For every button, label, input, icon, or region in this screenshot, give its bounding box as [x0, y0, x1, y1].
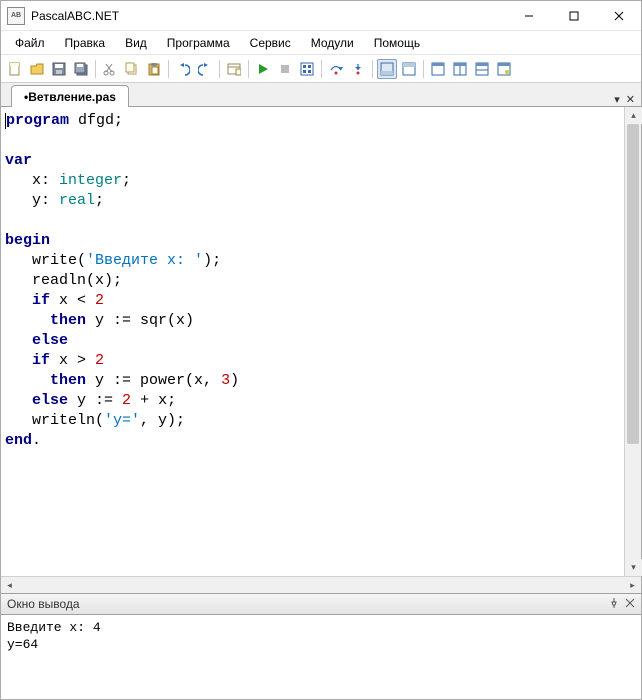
- window-1-icon[interactable]: [428, 59, 448, 79]
- output-line: Введите x: 4: [7, 620, 101, 635]
- compile-icon[interactable]: [297, 59, 317, 79]
- menu-file[interactable]: Файл: [5, 33, 55, 53]
- close-panel-icon[interactable]: [625, 597, 635, 611]
- code-keyword: then: [50, 372, 86, 389]
- code-text: readln(x);: [5, 272, 122, 289]
- output-panel-title: Окно вывода: [7, 597, 80, 611]
- code-number: 2: [122, 392, 131, 409]
- code-keyword: if: [32, 352, 50, 369]
- code-type: integer: [59, 172, 122, 189]
- scroll-thumb[interactable]: [627, 124, 639, 444]
- editor-pane: program dfgd; var x: integer; y: real; b…: [1, 107, 641, 576]
- tab-dropdown-icon[interactable]: ▾: [614, 93, 620, 106]
- window-controls: [506, 1, 641, 30]
- scroll-down-icon[interactable]: ▾: [625, 559, 642, 576]
- code-text: x:: [32, 172, 59, 189]
- output-line: y=64: [7, 637, 38, 652]
- toolbar-separator: [372, 60, 373, 78]
- step-into-icon[interactable]: [348, 59, 368, 79]
- menubar: Файл Правка Вид Программа Сервис Модули …: [1, 31, 641, 55]
- toolbar-separator: [423, 60, 424, 78]
- menu-help[interactable]: Помощь: [364, 33, 430, 53]
- toolbar: [1, 55, 641, 83]
- code-text: write(: [32, 252, 86, 269]
- redo-icon[interactable]: [195, 59, 215, 79]
- app-window: AB PascalABC.NET Файл Правка Вид Програм…: [0, 0, 642, 700]
- menu-modules[interactable]: Модули: [301, 33, 364, 53]
- scroll-right-icon[interactable]: ▸: [624, 577, 641, 594]
- code-text: y:: [32, 192, 59, 209]
- new-file-icon[interactable]: [5, 59, 25, 79]
- open-file-icon[interactable]: [27, 59, 47, 79]
- code-keyword: end: [5, 432, 32, 449]
- panel-toggle-b-icon[interactable]: [399, 59, 419, 79]
- vertical-scrollbar[interactable]: ▴ ▾: [624, 107, 641, 576]
- run-icon[interactable]: [253, 59, 273, 79]
- horizontal-scrollbar[interactable]: ◂ ▸: [1, 576, 641, 593]
- output-panel-header: Окно вывода: [1, 593, 641, 615]
- menu-view[interactable]: Вид: [115, 33, 157, 53]
- toolbar-separator: [168, 60, 169, 78]
- code-keyword: else: [32, 332, 68, 349]
- window-2-icon[interactable]: [450, 59, 470, 79]
- toolbar-separator: [321, 60, 322, 78]
- paste-icon[interactable]: [144, 59, 164, 79]
- file-tab[interactable]: •Ветвление.pas: [11, 85, 129, 107]
- code-string: 'y=': [104, 412, 140, 429]
- code-keyword: program: [6, 112, 69, 129]
- code-type: real: [59, 192, 95, 209]
- code-keyword: then: [50, 312, 86, 329]
- code-number: 3: [221, 372, 230, 389]
- menu-service[interactable]: Сервис: [240, 33, 301, 53]
- step-over-icon[interactable]: [326, 59, 346, 79]
- output-panel-body[interactable]: Введите x: 4 y=64: [1, 615, 641, 699]
- toolbar-separator: [248, 60, 249, 78]
- tab-strip: •Ветвление.pas ▾ ✕: [1, 83, 641, 107]
- cut-icon[interactable]: [100, 59, 120, 79]
- scroll-up-icon[interactable]: ▴: [625, 107, 642, 124]
- properties-icon[interactable]: [224, 59, 244, 79]
- code-keyword: if: [32, 292, 50, 309]
- toolbar-separator: [219, 60, 220, 78]
- code-number: 2: [95, 352, 104, 369]
- close-button[interactable]: [596, 1, 641, 30]
- window-3-icon[interactable]: [472, 59, 492, 79]
- save-icon[interactable]: [49, 59, 69, 79]
- menu-program[interactable]: Программа: [157, 33, 240, 53]
- code-keyword: var: [5, 152, 32, 169]
- maximize-button[interactable]: [551, 1, 596, 30]
- toolbar-separator: [95, 60, 96, 78]
- code-editor[interactable]: program dfgd; var x: integer; y: real; b…: [1, 107, 624, 576]
- minimize-button[interactable]: [506, 1, 551, 30]
- menu-edit[interactable]: Правка: [55, 33, 116, 53]
- code-keyword: else: [32, 392, 68, 409]
- app-title: PascalABC.NET: [31, 9, 506, 23]
- copy-icon[interactable]: [122, 59, 142, 79]
- code-keyword: begin: [5, 232, 50, 249]
- tab-close-icon[interactable]: ✕: [626, 93, 635, 106]
- stop-icon[interactable]: [275, 59, 295, 79]
- panel-toggle-a-icon[interactable]: [377, 59, 397, 79]
- code-string: 'Введите x: ': [86, 252, 203, 269]
- undo-icon[interactable]: [173, 59, 193, 79]
- code-number: 2: [95, 292, 104, 309]
- window-4-icon[interactable]: [494, 59, 514, 79]
- save-all-icon[interactable]: [71, 59, 91, 79]
- app-icon: AB: [7, 7, 25, 25]
- pin-icon[interactable]: [609, 597, 619, 611]
- scroll-left-icon[interactable]: ◂: [1, 577, 18, 594]
- titlebar: AB PascalABC.NET: [1, 1, 641, 31]
- code-text: dfgd;: [69, 112, 123, 129]
